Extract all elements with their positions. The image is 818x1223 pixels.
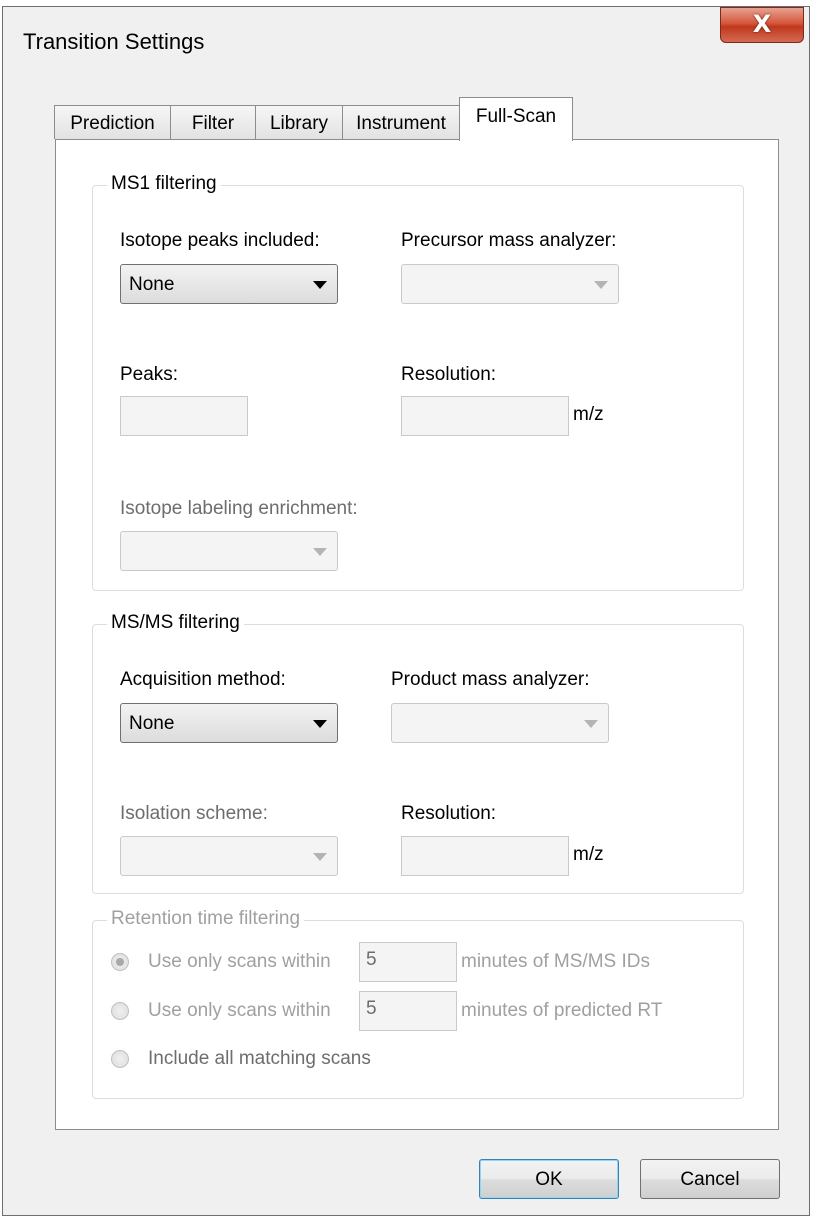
enrichment-label: Isotope labeling enrichment: bbox=[120, 498, 358, 519]
chevron-down-icon bbox=[313, 548, 327, 556]
msms-resolution-label: Resolution: bbox=[401, 803, 497, 824]
resolution-unit: m/z bbox=[573, 404, 604, 425]
radio-ms-ms-ids[interactable] bbox=[111, 953, 129, 971]
dialog-title: Transition Settings bbox=[23, 29, 205, 54]
tab-full-scan[interactable]: Full-Scan bbox=[459, 97, 573, 141]
isolation-scheme-label: Isolation scheme: bbox=[120, 803, 268, 824]
isotope-peaks-label: Isotope peaks included: bbox=[120, 230, 320, 251]
acquisition-method-value: None bbox=[129, 713, 175, 734]
product-analyzer-label: Product mass analyzer: bbox=[391, 669, 590, 690]
acquisition-method-dropdown[interactable]: None bbox=[120, 703, 338, 743]
msms-filtering-group: MS/MS filtering Acquisition method: None… bbox=[92, 612, 744, 894]
msms-filtering-title: MS/MS filtering bbox=[107, 612, 244, 634]
msms-resolution-unit: m/z bbox=[573, 844, 604, 865]
precursor-analyzer-dropdown[interactable] bbox=[401, 264, 619, 304]
option2-minutes-input[interactable]: 5 bbox=[359, 991, 457, 1031]
precursor-analyzer-label: Precursor mass analyzer: bbox=[401, 230, 617, 251]
retention-time-title: Retention time filtering bbox=[107, 908, 305, 930]
chevron-down-icon bbox=[313, 281, 327, 289]
tab-library[interactable]: Library bbox=[255, 105, 343, 139]
retention-time-group: Retention time filtering Use only scans … bbox=[92, 908, 744, 1099]
enrichment-dropdown[interactable] bbox=[120, 531, 338, 571]
option1-prefix: Use only scans within bbox=[148, 951, 331, 972]
ms1-filtering-group: MS1 filtering Isotope peaks included: No… bbox=[92, 173, 744, 591]
cancel-button[interactable]: Cancel bbox=[640, 1159, 780, 1199]
close-button[interactable]: X bbox=[720, 7, 804, 43]
tab-filter[interactable]: Filter bbox=[170, 105, 256, 139]
resolution-input[interactable] bbox=[401, 396, 569, 436]
full-scan-panel: MS1 filtering Isotope peaks included: No… bbox=[55, 139, 779, 1130]
chevron-down-icon bbox=[594, 281, 608, 289]
radio-predicted-rt[interactable] bbox=[111, 1002, 129, 1020]
acquisition-method-label: Acquisition method: bbox=[120, 669, 286, 690]
isotope-peaks-value: None bbox=[129, 274, 175, 295]
title-bar: Transition Settings X bbox=[3, 7, 809, 75]
resolution-label: Resolution: bbox=[401, 364, 497, 385]
transition-settings-dialog: Transition Settings X Prediction Filter … bbox=[2, 6, 810, 1216]
tab-prediction[interactable]: Prediction bbox=[54, 105, 171, 139]
product-analyzer-dropdown[interactable] bbox=[391, 703, 609, 743]
msms-resolution-input[interactable] bbox=[401, 836, 569, 876]
option2-suffix: minutes of predicted RT bbox=[461, 1000, 663, 1021]
option1-minutes-input[interactable]: 5 bbox=[359, 942, 457, 982]
tab-instrument[interactable]: Instrument bbox=[342, 105, 460, 139]
close-icon: X bbox=[752, 10, 772, 38]
option2-prefix: Use only scans within bbox=[148, 1000, 331, 1021]
ok-button[interactable]: OK bbox=[479, 1159, 619, 1199]
peaks-label: Peaks: bbox=[120, 364, 179, 385]
peaks-input[interactable] bbox=[120, 396, 248, 436]
ms1-filtering-title: MS1 filtering bbox=[107, 173, 221, 195]
isotope-peaks-dropdown[interactable]: None bbox=[120, 264, 338, 304]
isolation-scheme-dropdown[interactable] bbox=[120, 836, 338, 876]
radio-all-matching-scans[interactable] bbox=[111, 1050, 129, 1068]
option1-suffix: minutes of MS/MS IDs bbox=[461, 951, 650, 972]
option3-label: Include all matching scans bbox=[148, 1048, 371, 1069]
chevron-down-icon bbox=[313, 720, 327, 728]
chevron-down-icon bbox=[313, 853, 327, 861]
chevron-down-icon bbox=[584, 720, 598, 728]
